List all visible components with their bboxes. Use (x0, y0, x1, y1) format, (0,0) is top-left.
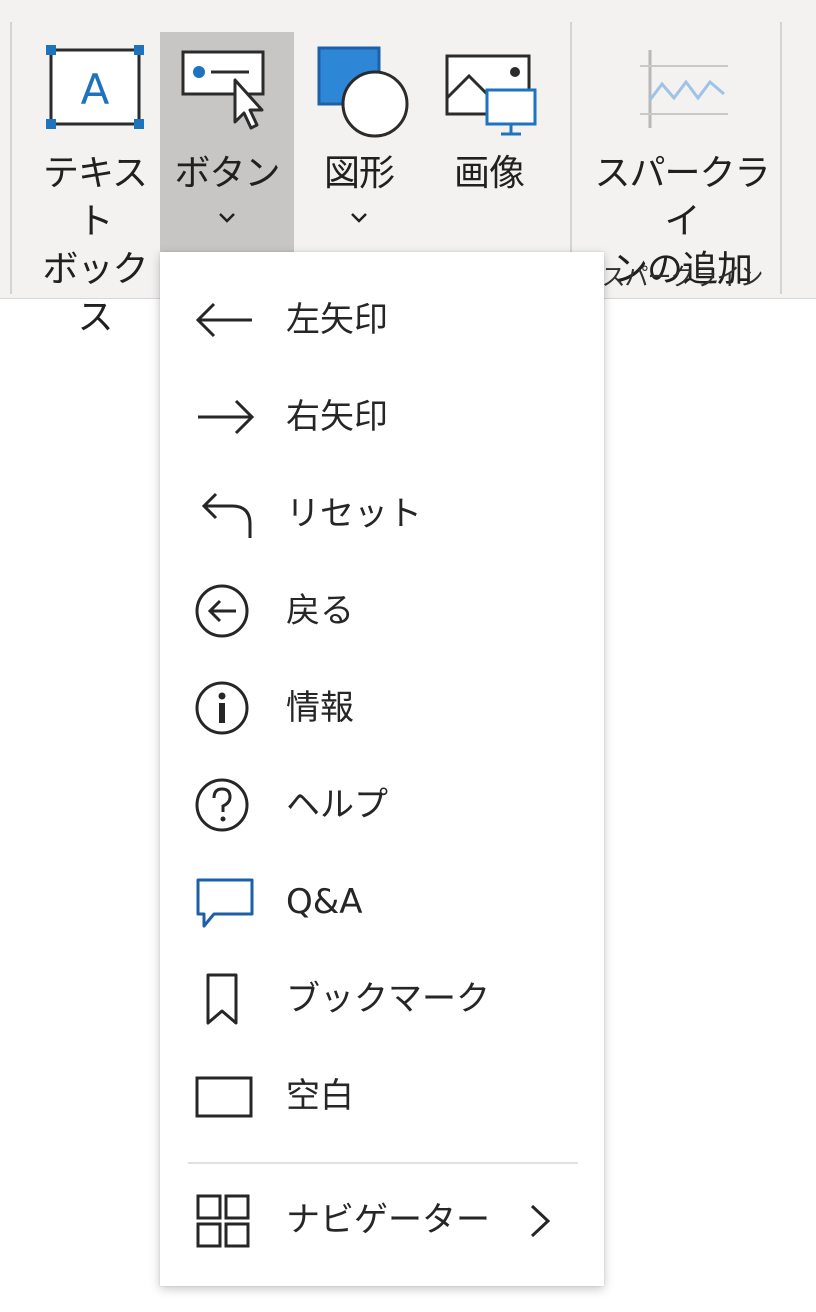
menu-item-label: ブックマーク (286, 979, 490, 1019)
speech-bubble-icon (196, 878, 254, 928)
text-box-icon: A (30, 32, 160, 140)
menu-item-label: 空白 (286, 1076, 354, 1116)
sparkline-icon (590, 32, 774, 140)
menu-item-right-arrow[interactable]: 右矢印 (160, 369, 604, 465)
menu-item-left-arrow[interactable]: 左矢印 (160, 272, 604, 368)
shapes-icon (294, 32, 424, 140)
shapes-dropdown[interactable]: 図形 (294, 32, 424, 252)
chevron-right-icon (530, 1204, 551, 1238)
image-label: 画像 (453, 153, 525, 194)
image-dropdown[interactable]: 画像 (424, 32, 554, 252)
menu-item-label: ナビゲーター (286, 1200, 490, 1240)
left-arrow-icon (195, 302, 252, 338)
text-box-button[interactable]: A テキスト ボックス (30, 32, 160, 338)
add-sparkline-button[interactable]: スパークライ ンの追加 (590, 32, 774, 290)
shapes-label: 図形 (323, 153, 395, 194)
menu-divider (188, 1162, 578, 1164)
button-dropdown[interactable]: ボタン (160, 32, 294, 252)
button-label: ボタン (174, 153, 280, 194)
menu-item-info[interactable]: 情報 (160, 660, 604, 756)
menu-item-label: ヘルプ (286, 785, 388, 825)
image-icon (424, 32, 554, 140)
chevron-down-icon (351, 213, 367, 223)
menu-item-label: リセット (286, 494, 422, 534)
chevron-down-icon (219, 213, 235, 223)
help-icon (195, 778, 249, 832)
menu-item-label: Q&A (286, 882, 363, 922)
info-icon (195, 681, 249, 735)
menu-item-navigator[interactable]: ナビゲーター (160, 1172, 604, 1268)
menu-item-help[interactable]: ヘルプ (160, 757, 604, 853)
menu-item-qa[interactable]: Q&A (160, 854, 604, 950)
bookmark-icon (206, 973, 238, 1025)
menu-item-bookmark[interactable]: ブックマーク (160, 951, 604, 1047)
right-arrow-icon (198, 399, 255, 435)
grid-icon (196, 1194, 250, 1248)
button-dropdown-menu: 左矢印 右矢印 リセット 戻る 情報 ヘルプ Q&A ブックマーク 空白 ナビゲ… (160, 252, 604, 1286)
text-box-label: テキスト ボックス (42, 153, 148, 338)
menu-item-back[interactable]: 戻る (160, 563, 604, 659)
menu-item-blank[interactable]: 空白 (160, 1048, 604, 1144)
blank-rect-icon (195, 1076, 253, 1118)
menu-item-label: 左矢印 (286, 300, 388, 340)
svg-text:A: A (81, 65, 110, 114)
button-icon (160, 32, 294, 140)
sparkline-group-label: スパークライン (601, 263, 764, 291)
reset-icon (201, 492, 252, 538)
ribbon-separator (780, 22, 782, 294)
menu-item-label: 情報 (286, 688, 354, 728)
back-circle-icon (195, 584, 249, 638)
menu-item-label: 右矢印 (286, 397, 388, 437)
menu-item-reset[interactable]: リセット (160, 466, 604, 562)
ribbon-separator (10, 22, 12, 294)
menu-item-label: 戻る (286, 591, 354, 631)
